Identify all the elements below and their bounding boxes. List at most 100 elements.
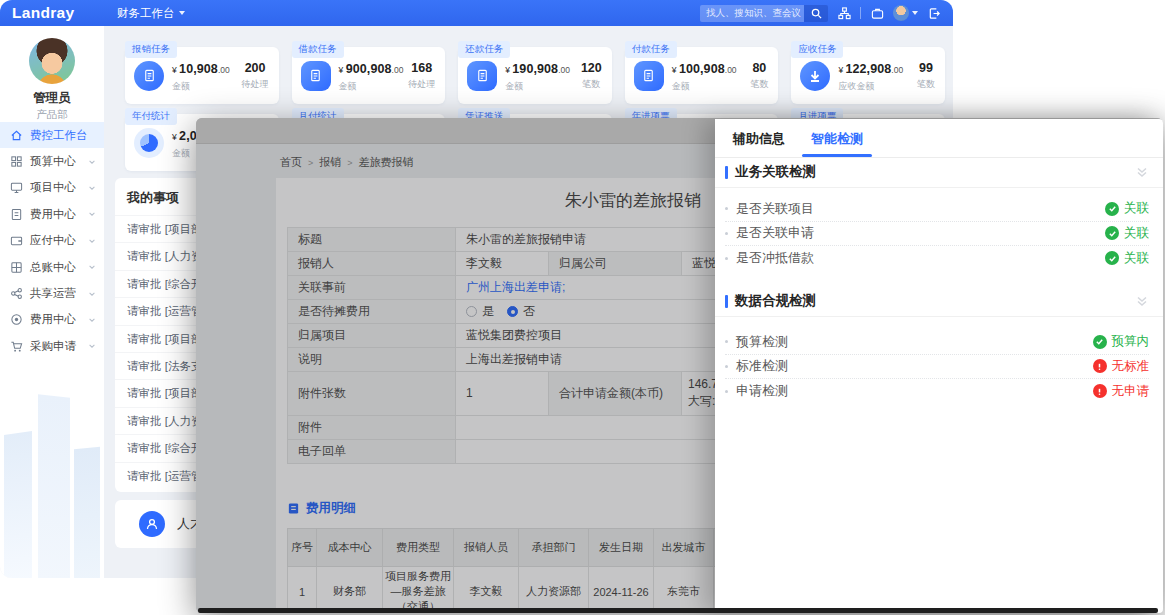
breadcrumb[interactable]: 首页>报销>差旅费报销 [280, 155, 414, 170]
monitor-icon [10, 181, 23, 194]
expense-detail-section: 费用明细 [287, 500, 356, 517]
detail-cell: 2024-11-26 [589, 567, 654, 614]
collapse-icon[interactable] [1135, 294, 1149, 308]
target-icon [10, 313, 23, 326]
stat-card-1[interactable]: 借款任务¥ 900,908.00金额168待处理 [292, 47, 446, 104]
radio-no[interactable] [507, 306, 518, 317]
detail-cell: 1 [288, 567, 317, 614]
search-button[interactable] [804, 5, 828, 22]
grid-icon [10, 155, 23, 168]
detail-cell: 项目服务费用—服务差旅（交通） [383, 567, 454, 614]
panel-section-header: 数据合规检测 [725, 289, 1149, 313]
field-label: 报销人 [288, 252, 456, 276]
logout-icon[interactable] [927, 6, 941, 20]
sidebar-item-8[interactable]: 采购申请 [0, 333, 104, 359]
panel-tab-0[interactable]: 辅助信息 [733, 130, 785, 157]
amount-label: 金额 [339, 80, 404, 93]
user-name: 管理员 [0, 90, 104, 107]
detail-cell: 李文毅 [454, 567, 519, 614]
sidebar-item-3[interactable]: 费用中心 [0, 201, 104, 227]
count-value: 200 [242, 61, 269, 75]
chevron-down-icon [912, 11, 918, 15]
field-label: 说明 [288, 348, 456, 372]
field-label: 附件张数 [288, 372, 456, 416]
radio-yes[interactable] [466, 306, 477, 317]
document-icon [301, 61, 331, 91]
sidebar-item-label: 总账中心 [30, 260, 76, 275]
detail-column-header: 承担部门 [519, 529, 589, 567]
global-search-input[interactable]: 找人、搜知识、查会议 [700, 5, 804, 22]
sidebar-item-label: 费用中心 [30, 312, 76, 327]
check-item: 是否冲抵借款关联 [725, 246, 1149, 271]
amount-label: 金额 [672, 80, 737, 93]
exclamation-circle-icon [1093, 359, 1107, 373]
sidebar-item-6[interactable]: 共享运营 [0, 280, 104, 306]
detail-cell: 东莞市 [654, 567, 714, 614]
sidebar-item-0[interactable]: 费控工作台 [0, 122, 104, 148]
org-chart-icon[interactable] [837, 6, 851, 20]
workspace-menu[interactable]: 财务工作台 [117, 6, 185, 21]
buildings-illustration [0, 388, 104, 578]
share-icon [10, 287, 23, 300]
field-label: 归属项目 [288, 324, 456, 348]
sidebar-item-7[interactable]: 费用中心 [0, 307, 104, 333]
search-icon [811, 8, 822, 19]
user-department: 产品部 [0, 108, 104, 122]
stat-card-0[interactable]: 报销任务¥ 10,908.00金额200待处理 [125, 47, 279, 104]
sidebar: 管理员 产品部 费控工作台预算中心项目中心费用中心应付中心总账中心共享运营费用中… [0, 26, 104, 578]
sidebar-item-1[interactable]: 预算中心 [0, 148, 104, 174]
chevron-down-icon [88, 237, 96, 245]
panel-tabs: 辅助信息智能检测 [733, 130, 863, 157]
profile-avatar[interactable] [29, 38, 75, 84]
divider [715, 157, 1163, 158]
section-title: 费用明细 [306, 500, 356, 517]
panel-section-header: 业务关联检测 [725, 160, 1149, 184]
person-icon [139, 511, 165, 537]
collapse-icon[interactable] [1135, 165, 1149, 179]
breadcrumb-item[interactable]: 差旅费报销 [359, 155, 414, 170]
detail-column-header: 报销人员 [454, 529, 519, 567]
detail-column-header: 费用类型 [383, 529, 454, 567]
breadcrumb-item[interactable]: 首页 [280, 155, 302, 170]
sidebar-item-label: 共享运营 [30, 286, 76, 301]
field-label: 附件 [288, 415, 456, 439]
arrow-down-icon [800, 61, 830, 91]
stat-card-3[interactable]: 付款任务¥ 100,908.00金额80笔数 [625, 47, 779, 104]
stat-card-4[interactable]: 应收任务¥ 122,908.00应收金额99笔数 [791, 47, 945, 104]
card-badge: 应收任务 [791, 41, 843, 58]
chevron-down-icon [179, 11, 185, 15]
detail-column-header: 发生日期 [589, 529, 654, 567]
breadcrumb-item[interactable]: 报销 [319, 155, 341, 170]
sidebar-item-label: 采购申请 [30, 339, 76, 354]
stat-card-2[interactable]: 还款任务¥ 190,908.00金额120笔数 [458, 47, 612, 104]
landray-logo: Landray [12, 4, 107, 22]
panel-tab-1[interactable]: 智能检测 [811, 130, 863, 157]
count-value: 99 [917, 61, 935, 75]
document-title: 朱小雷的差旅报销 [565, 189, 701, 212]
sidebar-item-label: 费用中心 [30, 207, 76, 222]
card-badge: 年付统计 [125, 108, 177, 125]
linked-application-link[interactable]: 广州上海出差申请; [466, 280, 565, 294]
sidebar-item-label: 费控工作台 [30, 128, 88, 143]
home-icon [10, 129, 23, 142]
sidebar-menu: 费控工作台预算中心项目中心费用中心应付中心总账中心共享运营费用中心采购申请 [0, 122, 104, 360]
amount-label: 金额 [172, 80, 230, 93]
card-badge: 借款任务 [292, 41, 344, 58]
count-label: 笔数 [917, 78, 935, 91]
sidebar-item-4[interactable]: 应付中心 [0, 228, 104, 254]
workspace-menu-label: 财务工作台 [117, 6, 175, 21]
search-placeholder: 找人、搜知识、查会议 [706, 7, 801, 20]
grid4-icon [10, 261, 23, 274]
count-label: 笔数 [581, 78, 602, 91]
chevron-down-icon [88, 263, 96, 271]
card-badge: 还款任务 [458, 41, 510, 58]
user-menu[interactable] [893, 5, 918, 21]
count-value: 120 [581, 61, 602, 75]
briefcase-icon[interactable] [870, 6, 884, 20]
sidebar-item-2[interactable]: 项目中心 [0, 175, 104, 201]
card-badge: 报销任务 [125, 41, 177, 58]
check-item: 是否关联申请关联 [725, 222, 1149, 247]
sidebar-item-5[interactable]: 总账中心 [0, 254, 104, 280]
amount-label: 金额 [505, 80, 570, 93]
sidebar-item-label: 项目中心 [30, 180, 76, 195]
